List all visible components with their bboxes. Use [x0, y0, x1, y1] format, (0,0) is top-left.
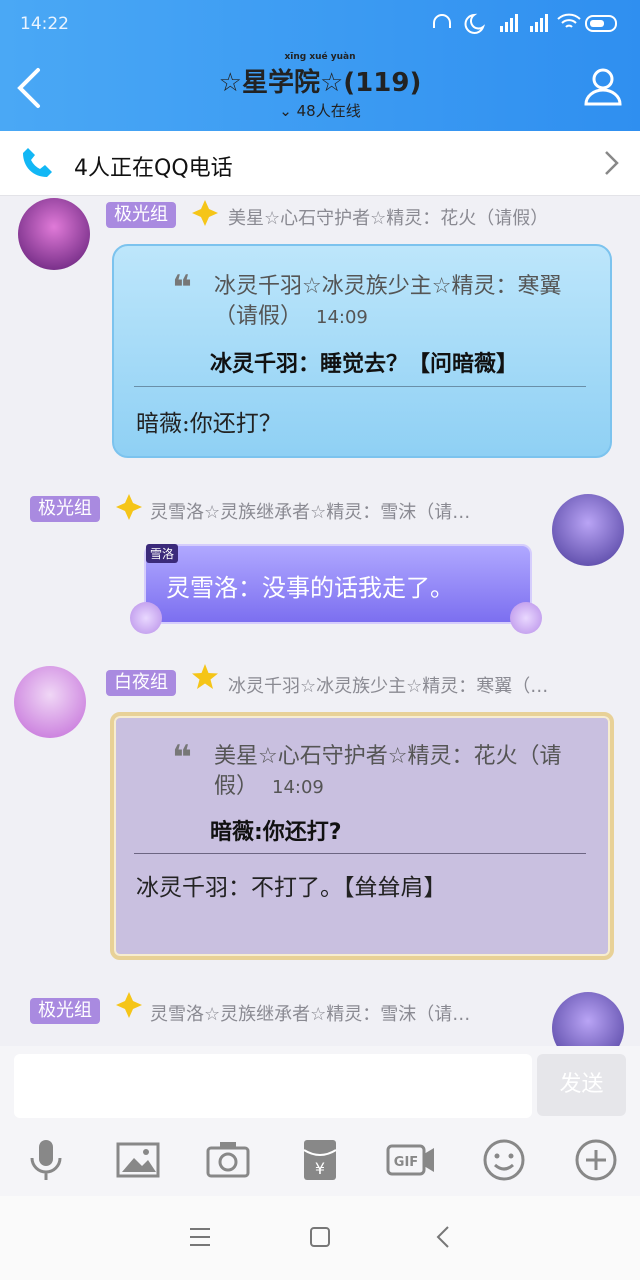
emoji-icon[interactable]	[480, 1136, 528, 1184]
status-time: 14:22	[20, 14, 69, 34]
quoted-author: 冰灵千羽☆冰灵族少主☆精灵：寒翼（请假） 14:09	[214, 274, 562, 329]
star-icon	[190, 662, 220, 692]
phone-icon	[20, 144, 56, 180]
gif-icon[interactable]: GIF	[386, 1136, 436, 1184]
avatar[interactable]	[18, 198, 90, 270]
message-text: 冰灵千羽：不打了。【耸耸肩】	[136, 875, 447, 901]
person-icon	[584, 68, 622, 106]
star-icon	[190, 198, 220, 228]
quoted-text: 暗薇:你还打?	[210, 820, 342, 845]
flower-decoration-icon	[130, 602, 162, 634]
chevron-right-icon[interactable]	[602, 148, 622, 178]
avatar[interactable]	[552, 494, 624, 566]
sender-name: 美星☆心石守护者☆精灵：花火（请假）	[228, 208, 549, 229]
group-tag: 极光组	[30, 998, 100, 1024]
divider	[134, 853, 586, 854]
star-icon	[114, 492, 144, 522]
svg-text:GIF: GIF	[394, 1155, 418, 1170]
title-pinyin: xīng xué yuàn	[284, 52, 356, 62]
quoted-time: 14:09	[316, 307, 368, 328]
image-icon[interactable]	[114, 1136, 162, 1184]
online-text: 48人在线	[296, 102, 361, 120]
flower-decoration-icon	[510, 602, 542, 634]
wifi-icon	[557, 13, 581, 28]
quote-icon: ❝	[172, 268, 192, 308]
send-button[interactable]: 发送	[537, 1054, 626, 1116]
page-title: xīng xué yuàn ☆星学院☆(119)	[0, 52, 640, 99]
divider	[134, 386, 586, 387]
group-name: ☆星学院☆(119)	[218, 68, 422, 98]
group-tag: 极光组	[106, 202, 176, 228]
quoted-author: 美星☆心石守护者☆精灵：花火（请假） 14:09	[214, 744, 562, 799]
svg-text:¥: ¥	[315, 1159, 325, 1178]
online-count[interactable]: ⌄ 48人在线	[0, 100, 640, 121]
bubble-badge: 雪洛	[146, 544, 179, 563]
star-icon	[114, 990, 144, 1020]
message-text: 暗薇:你还打？	[136, 411, 282, 437]
sender-name: 灵雪洛☆灵族继承者☆精灵：雪沫（请…	[150, 1004, 471, 1025]
status-bar-icons	[433, 13, 617, 34]
message-text: 灵雪洛：没事的话我走了。	[166, 574, 454, 602]
red-packet-icon[interactable]: ¥	[296, 1136, 344, 1184]
plus-icon[interactable]	[572, 1136, 620, 1184]
call-status-text: 4人正在QQ电话	[74, 156, 233, 181]
chevron-down-icon: ⌄	[279, 102, 297, 120]
sender-name: 冰灵千羽☆冰灵族少主☆精灵：寒翼（…	[228, 676, 549, 697]
group-members-button[interactable]	[580, 64, 626, 110]
home-icon[interactable]	[309, 1226, 331, 1252]
moon-icon	[464, 13, 486, 34]
microphone-icon[interactable]	[22, 1136, 70, 1184]
back-nav-icon[interactable]	[434, 1224, 452, 1254]
quoted-time: 14:09	[272, 777, 324, 798]
quote-icon: ❝	[172, 738, 192, 778]
quoted-text: 冰灵千羽：睡觉去？【问暗薇】	[210, 352, 519, 377]
message-input[interactable]	[14, 1054, 532, 1118]
camera-icon[interactable]	[204, 1136, 252, 1184]
headset-icon	[433, 14, 451, 28]
avatar[interactable]	[14, 666, 86, 738]
group-tag: 白夜组	[106, 670, 176, 696]
status-icons	[430, 10, 620, 41]
sender-name: 灵雪洛☆灵族继承者☆精灵：雪沫（请…	[150, 502, 471, 523]
menu-icon[interactable]	[188, 1226, 212, 1252]
group-tag: 极光组	[30, 496, 100, 522]
